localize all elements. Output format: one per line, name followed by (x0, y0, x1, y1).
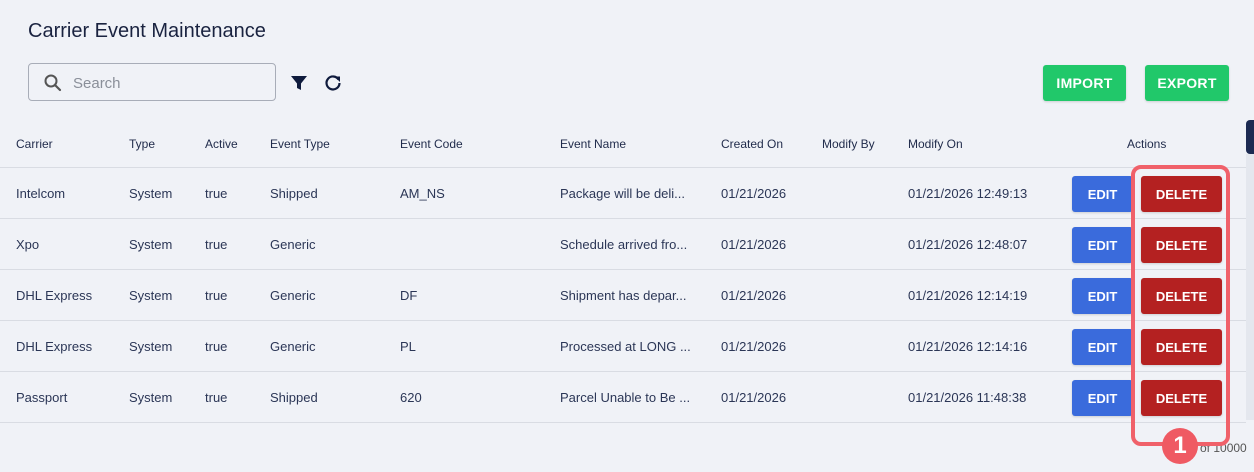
column-header-event-name[interactable]: Event Name (560, 137, 626, 151)
cell-type: System (129, 390, 173, 405)
column-header-active[interactable]: Active (205, 137, 238, 151)
page-title: Carrier Event Maintenance (28, 20, 266, 42)
cell-modify-on: 01/21/2026 11:48:38 (908, 390, 1027, 405)
import-button[interactable]: IMPORT (1043, 65, 1126, 101)
cell-carrier: DHL Express (16, 339, 93, 354)
edit-button[interactable]: EDIT (1072, 329, 1133, 365)
table-row[interactable]: DHL Express System true Generic PL Proce… (0, 320, 1246, 372)
table-row[interactable]: Intelcom System true Shipped AM_NS Packa… (0, 167, 1246, 219)
column-header-type[interactable]: Type (129, 137, 155, 151)
cell-event-name: Shipment has depar... (560, 288, 687, 303)
cell-carrier: DHL Express (16, 288, 93, 303)
search-input[interactable] (71, 72, 265, 94)
cell-active: true (205, 339, 228, 354)
cell-created-on: 01/21/2026 (721, 288, 787, 303)
cell-created-on: 01/21/2026 (721, 390, 787, 405)
edit-button[interactable]: EDIT (1072, 278, 1133, 314)
column-header-modify-on[interactable]: Modify On (908, 137, 963, 151)
column-header-actions: Actions (1127, 137, 1167, 151)
search-icon (44, 74, 62, 92)
table-bottom-border (0, 422, 1246, 423)
cell-modify-on: 01/21/2026 12:14:19 (908, 288, 1028, 303)
cell-event-code: 620 (400, 390, 422, 405)
cell-event-type: Generic (270, 288, 316, 303)
scrollbar-track[interactable] (1246, 154, 1254, 420)
cell-active: true (205, 288, 228, 303)
table-row[interactable]: Xpo System true Generic Schedule arrived… (0, 218, 1246, 270)
cell-event-name: Parcel Unable to Be ... (560, 390, 691, 405)
cell-event-type: Shipped (270, 390, 318, 405)
cell-carrier: Xpo (16, 237, 40, 252)
cell-created-on: 01/21/2026 (721, 186, 787, 201)
cell-event-type: Shipped (270, 186, 318, 201)
cell-event-code: DF (400, 288, 418, 303)
scrollbar-thumb[interactable] (1246, 120, 1254, 154)
export-button[interactable]: EXPORT (1145, 65, 1229, 101)
edit-button[interactable]: EDIT (1072, 380, 1133, 416)
refresh-icon[interactable] (323, 73, 343, 93)
annotation-marker: 1 (1162, 428, 1198, 464)
cell-event-code: PL (400, 339, 416, 354)
cell-carrier: Intelcom (16, 186, 66, 201)
cell-event-type: Generic (270, 237, 316, 252)
column-header-modify-by[interactable]: Modify By (822, 137, 875, 151)
cell-type: System (129, 186, 173, 201)
cell-type: System (129, 288, 173, 303)
cell-active: true (205, 237, 228, 252)
cell-active: true (205, 390, 228, 405)
filter-icon[interactable] (290, 74, 308, 92)
cell-event-name: Processed at LONG ... (560, 339, 691, 354)
column-header-event-type[interactable]: Event Type (270, 137, 330, 151)
edit-button[interactable]: EDIT (1072, 176, 1133, 212)
column-header-created-on[interactable]: Created On (721, 137, 783, 151)
cell-type: System (129, 237, 173, 252)
cell-event-code: AM_NS (400, 186, 445, 201)
cell-created-on: 01/21/2026 (721, 339, 787, 354)
cell-modify-on: 01/21/2026 12:14:16 (908, 339, 1028, 354)
cell-created-on: 01/21/2026 (721, 237, 787, 252)
column-header-carrier[interactable]: Carrier (16, 137, 53, 151)
cell-event-type: Generic (270, 339, 316, 354)
cell-modify-on: 01/21/2026 12:49:13 (908, 186, 1028, 201)
cell-type: System (129, 339, 173, 354)
column-header-event-code[interactable]: Event Code (400, 137, 463, 151)
cell-event-name: Schedule arrived fro... (560, 237, 688, 252)
table-row[interactable]: Passport System true Shipped 620 Parcel … (0, 371, 1246, 423)
table-row[interactable]: DHL Express System true Generic DF Shipm… (0, 269, 1246, 321)
cell-event-name: Package will be deli... (560, 186, 686, 201)
edit-button[interactable]: EDIT (1072, 227, 1133, 263)
cell-carrier: Passport (16, 390, 68, 405)
search-box[interactable] (28, 63, 276, 101)
cell-active: true (205, 186, 228, 201)
cell-modify-on: 01/21/2026 12:48:07 (908, 237, 1028, 252)
annotation-highlight-box (1131, 165, 1230, 446)
